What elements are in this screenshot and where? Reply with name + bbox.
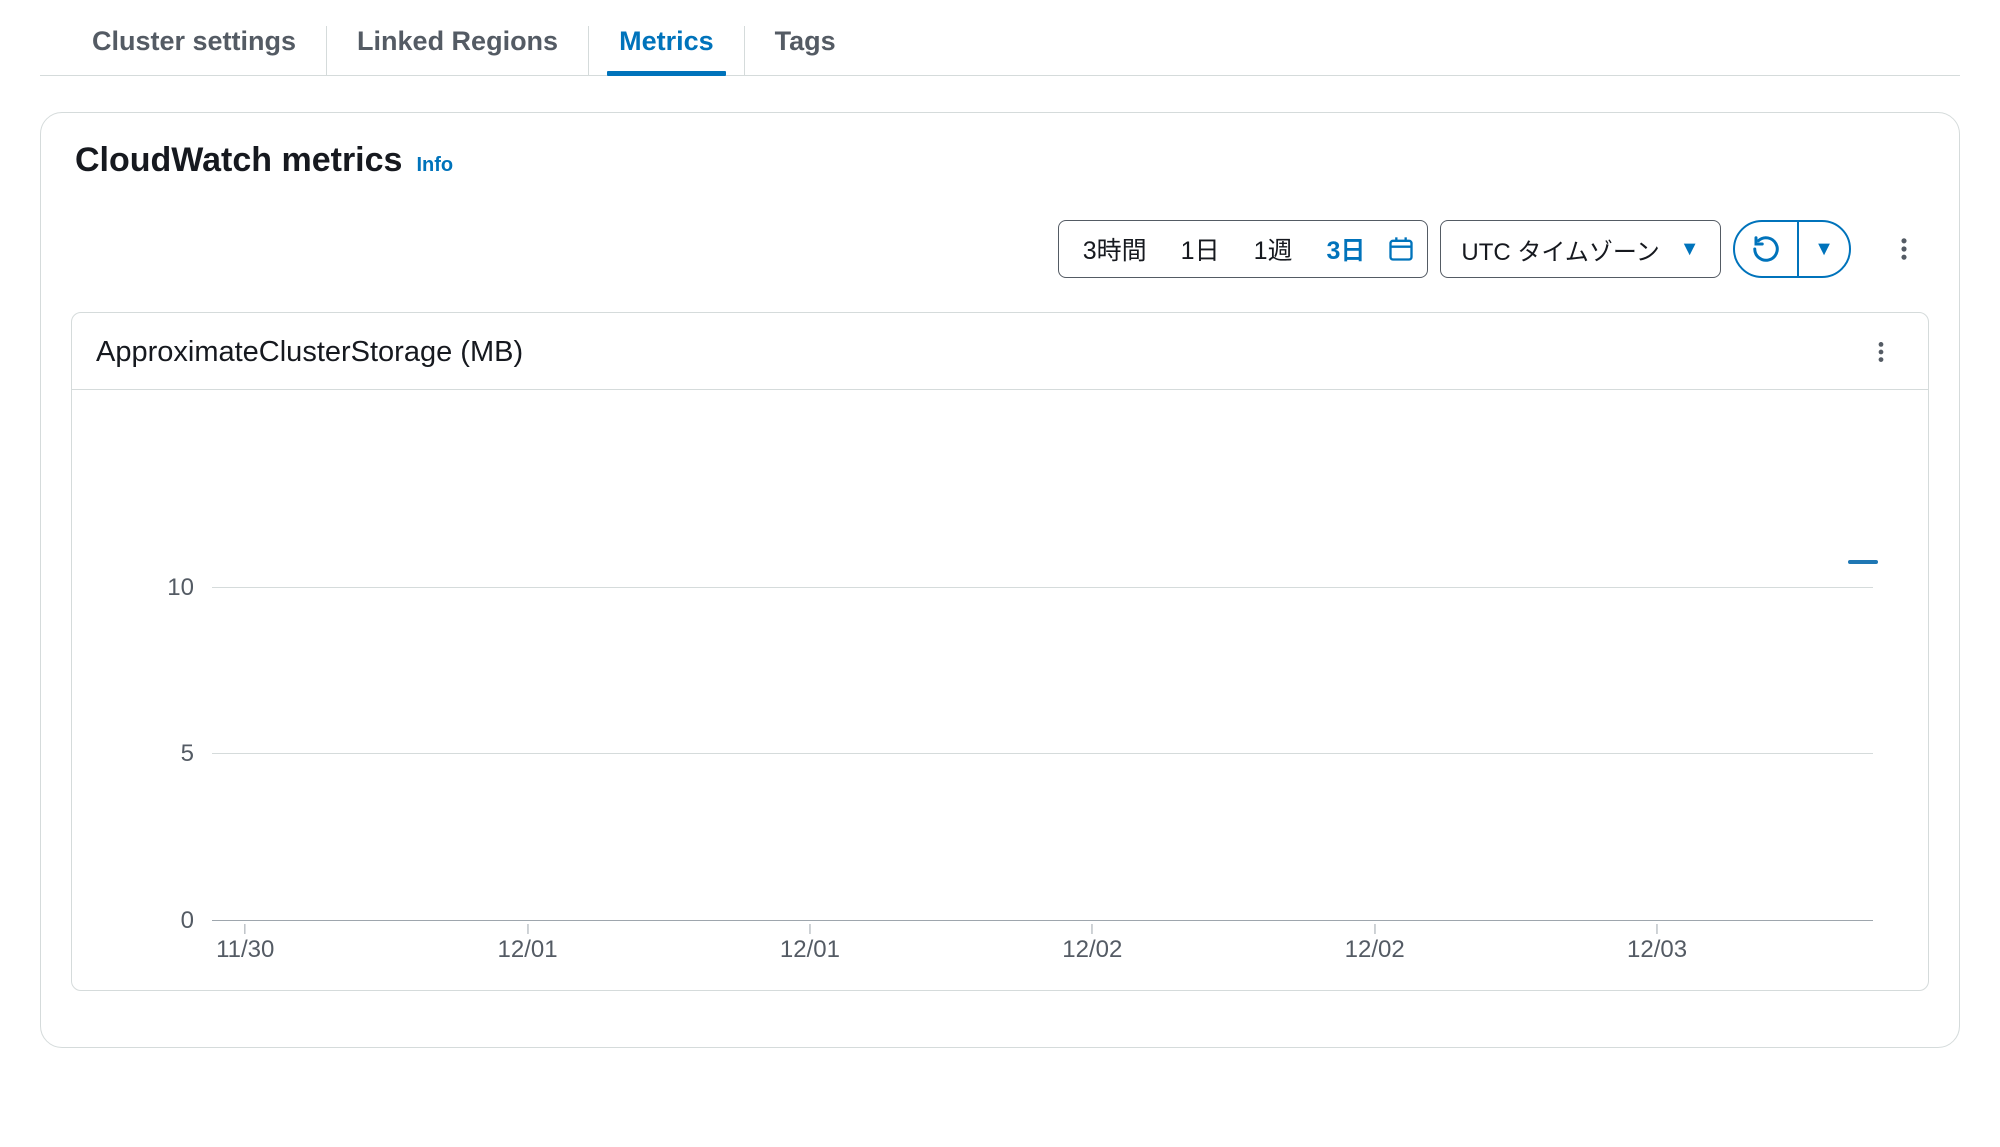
y-tick-5: 5 (181, 740, 194, 768)
range-1w[interactable]: 1週 (1242, 227, 1305, 271)
x-tick-2: 12/01 (780, 936, 840, 964)
range-3h[interactable]: 3時間 (1071, 227, 1159, 271)
chart-header: ApproximateClusterStorage (MB) (72, 313, 1928, 390)
tab-linked-regions[interactable]: Linked Regions (326, 26, 588, 75)
tab-cluster-settings[interactable]: Cluster settings (62, 26, 326, 75)
tabs: Cluster settings Linked Regions Metrics … (40, 26, 1960, 76)
timezone-label: UTC タイムゾーン (1461, 232, 1659, 267)
chart-toolbar: 3時間 1日 1週 3日 UTC タイムゾーン ▼ (71, 220, 1929, 278)
x-tick-5: 12/03 (1627, 936, 1687, 964)
panel-title: CloudWatch metrics (75, 141, 402, 180)
chart-plot-area: 10 5 0 (212, 430, 1873, 920)
tab-metrics[interactable]: Metrics (588, 26, 744, 75)
x-tick-1: 12/01 (498, 936, 558, 964)
timezone-select[interactable]: UTC タイムゾーン ▼ (1440, 220, 1720, 278)
panel-header: CloudWatch metrics Info (71, 141, 1929, 180)
x-tick-0: 11/30 (216, 936, 274, 964)
x-tick-3: 12/02 (1062, 936, 1122, 964)
time-range-segmented: 3時間 1日 1週 3日 (1058, 220, 1429, 278)
refresh-dropdown[interactable]: ▼ (1799, 222, 1849, 276)
toolbar-kebab-menu[interactable] (1881, 226, 1927, 272)
caret-down-icon: ▼ (1680, 238, 1700, 261)
x-axis-labels: 11/30 12/01 12/01 12/02 12/02 12/03 (212, 936, 1873, 976)
range-3d[interactable]: 3日 (1314, 227, 1377, 271)
y-tick-0: 0 (181, 907, 194, 935)
chart-body: 10 5 0 11/30 12/01 12/01 12/02 12/02 12/… (72, 390, 1928, 990)
x-tick-4: 12/02 (1345, 936, 1405, 964)
refresh-button[interactable] (1735, 222, 1797, 276)
chart-kebab-menu[interactable] (1858, 329, 1904, 375)
metrics-panel: CloudWatch metrics Info 3時間 1日 1週 3日 UTC… (40, 112, 1960, 1048)
range-1d[interactable]: 1日 (1169, 227, 1232, 271)
chart-title: ApproximateClusterStorage (MB) (96, 336, 523, 369)
tab-tags[interactable]: Tags (744, 26, 866, 75)
y-tick-10: 10 (167, 574, 194, 602)
chart-card: ApproximateClusterStorage (MB) 10 5 0 (71, 312, 1929, 991)
refresh-button-group: ▼ (1733, 220, 1852, 278)
info-link[interactable]: Info (416, 154, 453, 177)
calendar-icon[interactable] (1387, 235, 1415, 263)
